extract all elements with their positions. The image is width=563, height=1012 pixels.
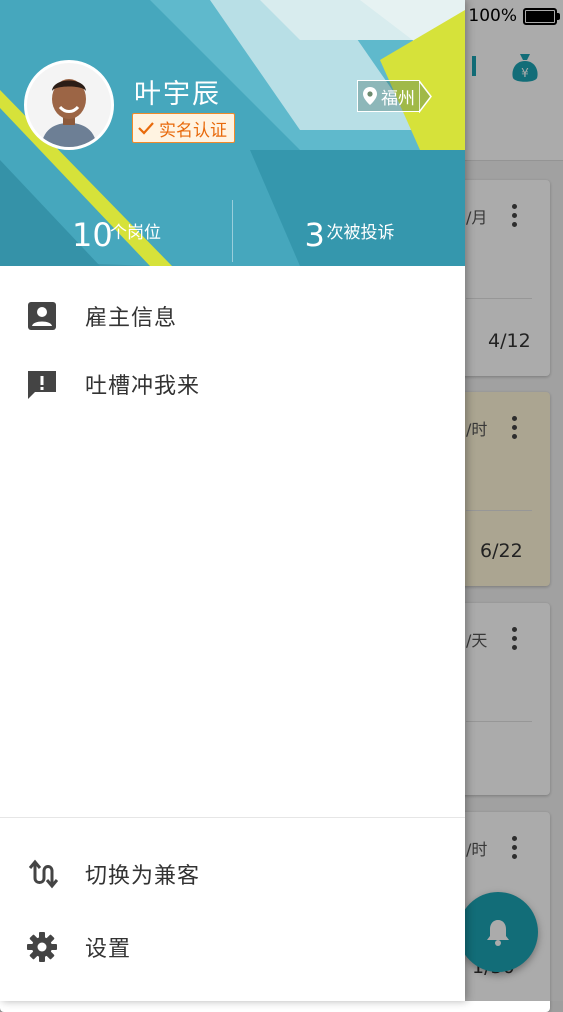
contact-card-icon <box>28 302 56 330</box>
menu-item-label: 设置 <box>85 937 132 962</box>
gear-icon <box>27 932 57 962</box>
status-bar: 100% <box>468 4 560 28</box>
verified-badge: 实名认证 <box>132 113 235 143</box>
user-avatar[interactable] <box>24 60 114 150</box>
menu-item-label: 雇主信息 <box>85 306 178 331</box>
user-name: 叶宇辰 <box>134 79 221 110</box>
switch-arrows-icon <box>28 859 58 889</box>
avatar-image <box>27 63 111 147</box>
tag-arrow <box>419 79 432 113</box>
stat-jobs[interactable]: 10 个岗位 <box>0 196 233 266</box>
stat-jobs-value: 10 <box>72 216 113 254</box>
stat-complaints-unit: 次被投诉 <box>326 223 395 243</box>
menu-item-switch-role[interactable]: 切换为兼客 <box>0 840 465 908</box>
menu-item-label: 切换为兼客 <box>85 864 201 889</box>
stat-complaints[interactable]: 3 次被投诉 <box>233 196 466 266</box>
check-icon <box>138 122 154 135</box>
feedback-icon <box>28 371 56 399</box>
battery-icon <box>523 7 560 25</box>
stat-complaints-value: 3 <box>304 216 325 254</box>
battery-percentage: 100% <box>468 6 517 26</box>
menu-item-feedback[interactable]: 吐槽冲我来 <box>0 350 465 418</box>
location-label: 福州 <box>381 88 415 109</box>
stat-jobs-unit: 个岗位 <box>110 223 161 243</box>
navigation-drawer: 叶宇辰 实名认证 福州 10 个岗位 3 次被投诉 雇主信息 吐槽冲我来 切换为… <box>0 0 465 1001</box>
location-pin-icon <box>363 87 377 105</box>
drawer-header: 叶宇辰 实名认证 福州 10 个岗位 3 次被投诉 <box>0 0 465 266</box>
menu-item-label: 吐槽冲我来 <box>85 374 201 399</box>
stats-row: 10 个岗位 3 次被投诉 <box>0 196 465 266</box>
drawer-divider <box>0 817 465 818</box>
verified-label: 实名认证 <box>159 120 227 141</box>
menu-item-settings[interactable]: 设置 <box>0 913 465 981</box>
location-tag[interactable]: 福州 <box>357 79 433 113</box>
menu-item-employer-info[interactable]: 雇主信息 <box>0 282 465 350</box>
